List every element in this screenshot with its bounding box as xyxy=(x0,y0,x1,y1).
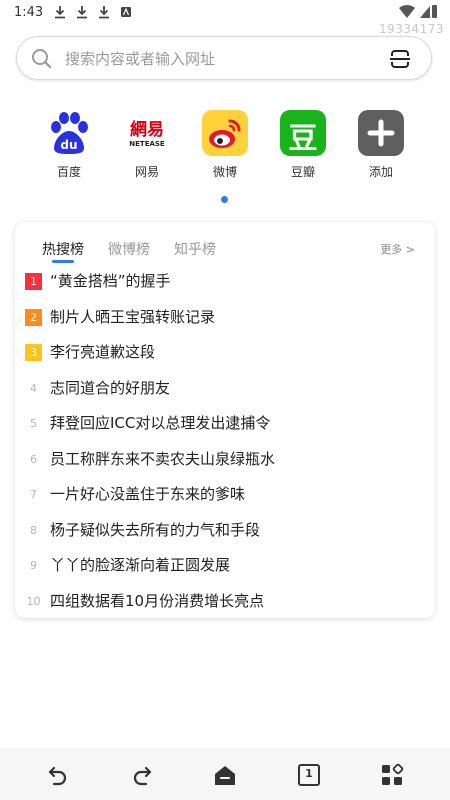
home-icon[interactable] xyxy=(213,763,237,787)
tab-count: 1 xyxy=(305,767,313,780)
hot-item[interactable]: 7 一片好心没盖住于东来的爹味 xyxy=(15,479,435,514)
netease-icon: 網易 NETEASE xyxy=(124,110,170,156)
tab-indicator xyxy=(52,260,74,263)
hot-item-title: 志同道合的好朋友 xyxy=(50,378,171,397)
bottom-toolbar: 1 xyxy=(0,748,450,800)
status-bar: 1:43 19334173 xyxy=(0,0,450,36)
app-notification-icon xyxy=(121,7,131,17)
rank-number: 5 xyxy=(30,417,37,430)
download-icon xyxy=(99,6,109,19)
douban-icon: 豆 xyxy=(280,110,326,156)
tab-hot-search[interactable]: 热搜榜 xyxy=(42,239,84,259)
shortcut-weibo[interactable]: 微博 xyxy=(195,110,255,180)
shortcut-label: 添加 xyxy=(368,165,393,179)
shortcut-add[interactable]: 添加 xyxy=(351,110,411,180)
signal-battery-icon xyxy=(399,4,437,18)
shortcut-label: 微博 xyxy=(212,165,237,179)
netease-logo-en: NETEASE xyxy=(129,140,165,148)
rank-number: 8 xyxy=(30,523,37,537)
hot-item[interactable]: 6 员工称胖东来不卖农夫山泉绿瓶水 xyxy=(15,444,435,479)
rank-number: 7 xyxy=(30,488,37,501)
rank-badge: 1 xyxy=(25,273,42,290)
rank-number: 10 xyxy=(26,594,41,608)
search-input[interactable] xyxy=(63,46,387,72)
shortcut-label: 网易 xyxy=(134,165,159,179)
hot-item-title: 丫丫的脸逐渐向着正圆发展 xyxy=(50,556,231,574)
hot-item-title: 员工称胖东来不卖农夫山泉绿瓶水 xyxy=(50,449,276,468)
netease-logo-cn: 網易 xyxy=(130,120,164,140)
hot-item[interactable]: 10 四组数据看10月份消费增长亮点 xyxy=(15,586,435,621)
rank-number: 4 xyxy=(30,381,37,395)
hot-item-title: 李行亮道歉这段 xyxy=(50,343,156,361)
hot-item[interactable]: 3 李行亮道歉这段 xyxy=(15,337,435,372)
add-icon xyxy=(358,110,404,156)
hot-tabs: 热搜榜 微博榜 知乎榜 更多 > xyxy=(15,222,435,263)
hot-item-title: 杨子疑似失去所有的力气和手段 xyxy=(50,520,261,539)
hot-item-title: 制片人晒王宝强转账记录 xyxy=(50,307,216,326)
shortcut-douban[interactable]: 豆 豆瓣 xyxy=(273,110,333,180)
download-icon xyxy=(55,6,65,19)
search-icon xyxy=(32,49,52,69)
shortcut-baidu[interactable]: du 百度 xyxy=(39,110,99,180)
more-link[interactable]: 更多 > xyxy=(380,241,415,257)
hot-item[interactable]: 1 “黄金搭档”的握手 xyxy=(15,266,435,301)
shortcut-label: 豆瓣 xyxy=(290,165,315,179)
weibo-icon xyxy=(202,110,248,156)
hot-item[interactable]: 2 制片人晒王宝强转账记录 xyxy=(15,302,435,337)
hot-item[interactable]: 4 志同道合的好朋友 xyxy=(15,373,435,408)
forward-icon[interactable] xyxy=(130,763,154,787)
watermark: 19334173 xyxy=(378,22,444,36)
search-bar[interactable] xyxy=(16,36,432,80)
status-time: 1:43 xyxy=(14,5,44,20)
rank-badge: 3 xyxy=(25,344,42,361)
shortcut-grid: du 百度 網易 NETEASE 网易 微博 豆 豆瓣 添加 xyxy=(0,110,450,190)
download-icon xyxy=(77,6,87,19)
hot-search-card: 热搜榜 微博榜 知乎榜 更多 > 1 “黄金搭档”的握手 2 制片人晒王宝强转账记录… xyxy=(15,222,435,618)
hot-item[interactable]: 5 拜登回应ICC对以总理发出逮捕令 xyxy=(15,408,435,443)
rank-number: 6 xyxy=(30,452,37,466)
shortcut-netease[interactable]: 網易 NETEASE 网易 xyxy=(117,110,177,180)
hot-item[interactable]: 9 丫丫的脸逐渐向着正圆发展 xyxy=(15,550,435,585)
rank-number: 9 xyxy=(30,559,37,572)
shortcut-label: 百度 xyxy=(56,165,81,179)
hot-item-title: 一片好心没盖住于东来的爹味 xyxy=(50,485,246,503)
hot-item-title: 四组数据看10月份消费增长亮点 xyxy=(50,591,265,610)
rank-badge: 2 xyxy=(25,308,42,326)
tabs-button[interactable]: 1 xyxy=(297,763,321,787)
baidu-icon: du xyxy=(46,110,92,156)
douban-logo: 豆 xyxy=(288,121,318,155)
tab-weibo[interactable]: 微博榜 xyxy=(108,239,150,259)
menu-icon[interactable] xyxy=(380,763,404,787)
scan-icon[interactable] xyxy=(389,49,411,69)
svg-text:du: du xyxy=(60,138,77,152)
back-icon[interactable] xyxy=(46,763,70,787)
tab-zhihu[interactable]: 知乎榜 xyxy=(174,239,216,259)
hot-item-title: 拜登回应ICC对以总理发出逮捕令 xyxy=(50,414,271,432)
page-indicator xyxy=(221,196,228,203)
hot-item[interactable]: 8 杨子疑似失去所有的力气和手段 xyxy=(15,515,435,550)
hot-item-title: “黄金搭档”的握手 xyxy=(50,272,171,290)
